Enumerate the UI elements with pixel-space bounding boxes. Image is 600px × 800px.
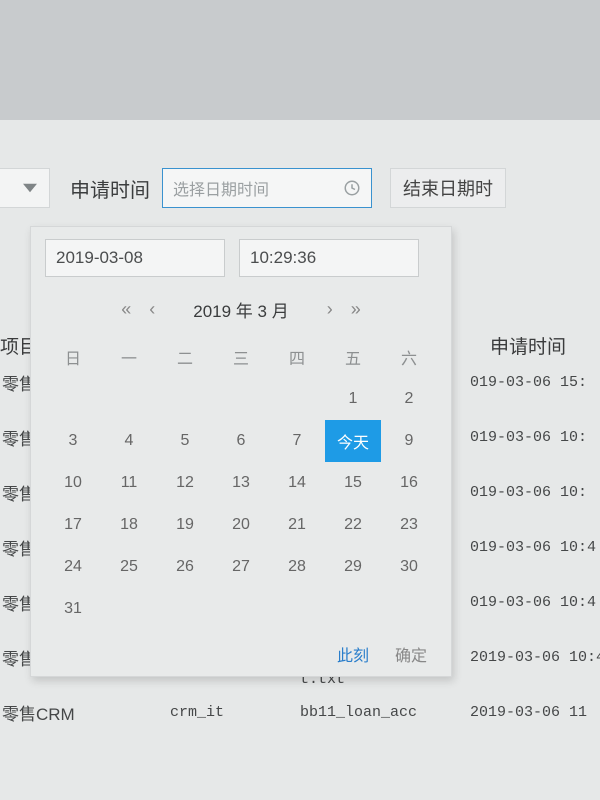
prev-year-button[interactable]: «: [117, 299, 135, 320]
calendar-day[interactable]: 6: [213, 420, 269, 462]
col-applied: 申请时间: [490, 332, 566, 359]
calendar-day[interactable]: 18: [101, 504, 157, 546]
cell-time: 019-03-06 15:: [470, 374, 587, 391]
calendar-day[interactable]: 1: [325, 378, 381, 420]
cell-project: 零售CRM: [2, 700, 75, 725]
calendar-day: [269, 378, 325, 420]
cell-time: 019-03-06 10:: [470, 484, 587, 501]
calendar-day[interactable]: 5: [157, 420, 213, 462]
caret-down-icon: [23, 181, 37, 195]
weekday: 三: [213, 336, 269, 378]
calendar-day[interactable]: 7: [269, 420, 325, 462]
calendar-day[interactable]: 20: [213, 504, 269, 546]
calendar-day[interactable]: 23: [381, 504, 437, 546]
calendar-day[interactable]: 25: [101, 546, 157, 588]
calendar-day: [325, 588, 381, 630]
cell-user: crm_it: [170, 704, 224, 721]
clock-icon: [343, 179, 361, 197]
calendar-day[interactable]: 22: [325, 504, 381, 546]
calendar-day[interactable]: 24: [45, 546, 101, 588]
calendar-day: [213, 588, 269, 630]
calendar-day[interactable]: 29: [325, 546, 381, 588]
calendar-day: [101, 378, 157, 420]
ok-button[interactable]: 确定: [395, 642, 427, 666]
prev-month-button[interactable]: ‹: [145, 299, 159, 320]
calendar-day[interactable]: 今天: [325, 420, 381, 462]
calendar-day[interactable]: 30: [381, 546, 437, 588]
calendar-day[interactable]: 19: [157, 504, 213, 546]
next-month-button[interactable]: ›: [323, 299, 337, 320]
date-field[interactable]: [45, 239, 225, 277]
calendar-day[interactable]: 27: [213, 546, 269, 588]
cell-time: 019-03-06 10:4: [470, 539, 596, 556]
calendar-day[interactable]: 9: [381, 420, 437, 462]
calendar-day[interactable]: 31: [45, 588, 101, 630]
calendar-day: [157, 588, 213, 630]
datetime-placeholder: 选择日期时间: [173, 176, 269, 200]
calendar-day[interactable]: 12: [157, 462, 213, 504]
datetime-input[interactable]: 选择日期时间: [162, 168, 372, 208]
weekday: 四: [269, 336, 325, 378]
calendar-day: [269, 588, 325, 630]
calendar-day: [101, 588, 157, 630]
calendar-day[interactable]: 14: [269, 462, 325, 504]
cell-time: 2019-03-06 10:4: [470, 649, 600, 666]
cell-time: 019-03-06 10:: [470, 429, 587, 446]
calendar-day[interactable]: 21: [269, 504, 325, 546]
calendar-day[interactable]: 4: [101, 420, 157, 462]
calendar-day[interactable]: 10: [45, 462, 101, 504]
datetime-picker: « ‹ 2019 年 3 月 › » 日一二三四五六 1234567今天9101…: [30, 226, 452, 677]
calendar-title: 2019 年 3 月: [193, 297, 288, 322]
calendar-day[interactable]: 28: [269, 546, 325, 588]
calendar-day: [157, 378, 213, 420]
calendar-day[interactable]: 15: [325, 462, 381, 504]
calendar-day[interactable]: 17: [45, 504, 101, 546]
calendar-day: [213, 378, 269, 420]
weekday: 五: [325, 336, 381, 378]
weekday: 一: [101, 336, 157, 378]
time-field[interactable]: [239, 239, 419, 277]
calendar-grid: 日一二三四五六 1234567今天91011121314151617181920…: [45, 336, 437, 630]
weekday: 六: [381, 336, 437, 378]
calendar-day[interactable]: 2: [381, 378, 437, 420]
calendar-day: [45, 378, 101, 420]
calendar-day[interactable]: 13: [213, 462, 269, 504]
cell-file: bb11_loan_acc: [300, 704, 417, 721]
cell-time: 2019-03-06 11: [470, 704, 587, 721]
next-year-button[interactable]: »: [347, 299, 365, 320]
cell-time: 019-03-06 10:4: [470, 594, 596, 611]
calendar-day: [381, 588, 437, 630]
calendar-day[interactable]: 26: [157, 546, 213, 588]
calendar-day[interactable]: 11: [101, 462, 157, 504]
project-dropdown[interactable]: [0, 168, 50, 208]
now-button[interactable]: 此刻: [337, 642, 369, 666]
calendar-day[interactable]: 3: [45, 420, 101, 462]
calendar-day[interactable]: 16: [381, 462, 437, 504]
end-date-input[interactable]: 结束日期时: [390, 168, 506, 208]
weekday: 日: [45, 336, 101, 378]
end-date-label: 结束日期时: [403, 175, 493, 201]
filter-label-applytime: 申请时间: [70, 174, 150, 203]
weekday: 二: [157, 336, 213, 378]
